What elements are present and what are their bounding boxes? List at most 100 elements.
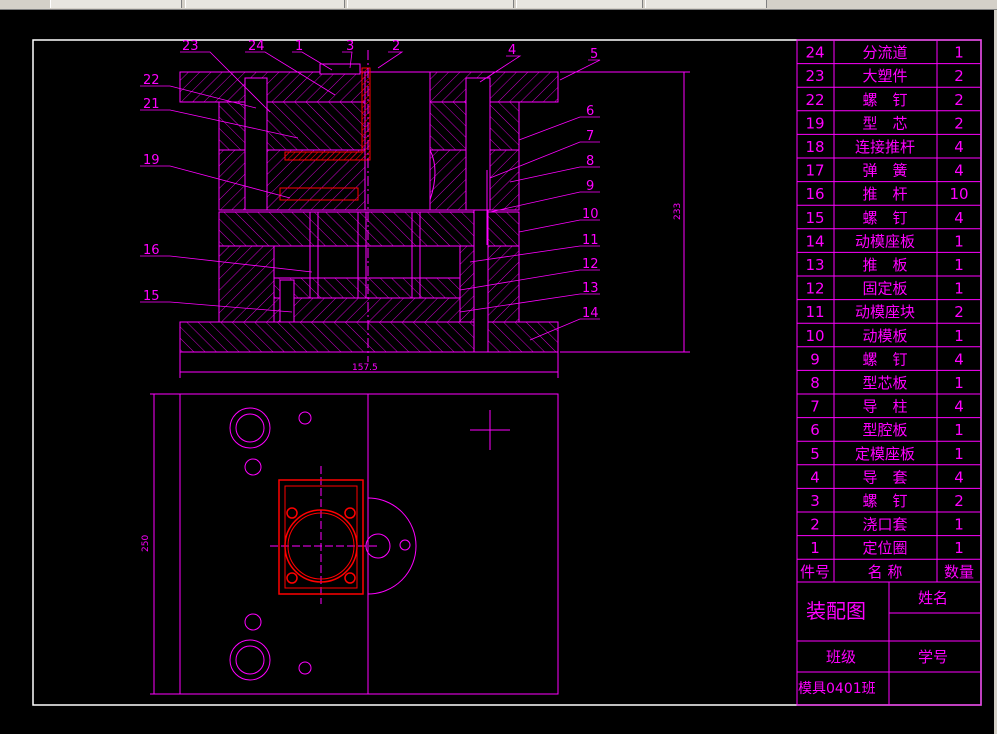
bom-cell-qty: 4 <box>954 209 964 227</box>
callout-label: 13 <box>582 281 599 296</box>
bom-cell-name: 螺 钉 <box>862 350 907 368</box>
bom-cell-qty: 1 <box>954 256 964 274</box>
callout-label: 23 <box>182 39 199 54</box>
bom-cell-name: 螺 钉 <box>862 209 907 227</box>
bom-cell-number: 11 <box>805 303 824 321</box>
bom-cell-number: 22 <box>805 91 824 109</box>
callout-label: 8 <box>586 154 594 169</box>
bom-cell-number: 18 <box>805 138 824 156</box>
bom-cell-number: 19 <box>805 114 824 132</box>
bom-cell-name: 导 柱 <box>862 398 907 416</box>
class-label: 班级 <box>826 648 856 666</box>
bom-cell-number: 16 <box>805 185 824 203</box>
bom-cell-name: 分流道 <box>862 44 907 62</box>
bom-cell-name: 定模座板 <box>855 445 915 463</box>
bom-cell-number: 23 <box>805 67 824 85</box>
bom-cell-qty: 10 <box>949 185 968 203</box>
bom-cell-name: 弹 簧 <box>862 162 907 180</box>
callout-label: 9 <box>586 179 594 194</box>
cavity-opening <box>364 71 431 211</box>
bom-cell-name: 名 称 <box>868 563 903 581</box>
retainer-plate <box>273 277 461 299</box>
bom-cell-name: 连接推杆 <box>855 138 915 156</box>
bom-cell-name: 大塑件 <box>862 67 907 85</box>
document-tab[interactable] <box>645 0 767 8</box>
bom-cell-number: 8 <box>810 374 820 392</box>
bom-cell-number: 件号 <box>800 563 830 581</box>
bom-cell-name: 推 杆 <box>862 185 907 203</box>
document-tab[interactable] <box>347 0 514 8</box>
bom-cell-number: 3 <box>810 492 820 510</box>
callout-label: 4 <box>508 43 516 58</box>
callout-label: 7 <box>586 129 594 144</box>
bom-cell-qty: 1 <box>954 44 964 62</box>
id-label: 学号 <box>918 648 948 666</box>
bom-cell-qty: 1 <box>954 327 964 345</box>
bom-cell-qty: 1 <box>954 280 964 298</box>
callout-label: 2 <box>392 39 400 54</box>
screw-left <box>279 279 295 323</box>
bom-cell-number: 10 <box>805 327 824 345</box>
bom-cell-number: 4 <box>810 468 820 486</box>
bom-cell-number: 5 <box>810 445 820 463</box>
callout-label: 14 <box>582 306 599 321</box>
cad-drawing-canvas[interactable]: 23 24 1 3 2 4 5 22 21 19 16 15 6 7 8 9 1… <box>0 10 994 734</box>
callout-label: 16 <box>143 243 160 258</box>
bom-cell-number: 1 <box>810 539 820 557</box>
spacer-block-left <box>218 245 275 323</box>
dimension-width: 157.5 <box>352 363 378 373</box>
bom-cell-name: 浇口套 <box>862 516 907 534</box>
bom-cell-number: 12 <box>805 280 824 298</box>
bom-cell-qty: 4 <box>954 468 964 486</box>
bom-cell-name: 定位圈 <box>862 539 907 557</box>
bom-cell-number: 6 <box>810 421 820 439</box>
bom-cell-qty: 2 <box>954 492 964 510</box>
bom-cell-number: 14 <box>805 232 824 250</box>
bom-cell-name: 螺 钉 <box>862 492 907 510</box>
screw-right <box>473 209 489 353</box>
document-tab[interactable] <box>516 0 643 8</box>
title-block-text: 装配图 姓名 班级 学号 模具0401班 <box>798 589 948 697</box>
plan-outline <box>179 393 559 695</box>
status-strip <box>0 734 997 740</box>
callout-label: 21 <box>143 97 160 112</box>
bom-cell-name: 型 芯 <box>862 114 907 132</box>
bom-cell-number: 7 <box>810 398 820 416</box>
callout-label: 1 <box>295 39 303 54</box>
bom-cell-qty: 2 <box>954 114 964 132</box>
bom-cell-name: 螺 钉 <box>862 91 907 109</box>
bom-cell-qty: 4 <box>954 162 964 180</box>
bottom-clamp-plate <box>179 321 559 353</box>
bom-cell-number: 24 <box>805 44 824 62</box>
drawing-svg: 23 24 1 3 2 4 5 22 21 19 16 15 6 7 8 9 1… <box>32 39 982 706</box>
bom-cell-qty: 2 <box>954 91 964 109</box>
document-tab[interactable] <box>185 0 345 8</box>
bom-cell-qty: 1 <box>954 421 964 439</box>
callout-label: 6 <box>586 104 594 119</box>
callout-label: 3 <box>346 39 354 54</box>
section-view <box>179 50 690 378</box>
bom-cell-qty: 4 <box>954 138 964 156</box>
window-tab-strip <box>0 0 997 10</box>
bom-cell-name: 型腔板 <box>862 421 907 439</box>
callout-label: 22 <box>143 73 160 88</box>
bom-cell-qty: 4 <box>954 350 964 368</box>
bom-cell-qty: 数量 <box>944 563 974 581</box>
callout-label: 12 <box>582 257 599 272</box>
bom-cell-name: 型芯板 <box>862 374 907 392</box>
drawing-name: 装配图 <box>806 599 866 623</box>
name-label: 姓名 <box>918 589 948 607</box>
guide-pillar-right <box>465 77 491 211</box>
bom-cell-qty: 1 <box>954 374 964 392</box>
dimension-length: 250 <box>141 535 151 552</box>
document-tab[interactable] <box>50 0 182 8</box>
bom-cell-name: 动模座块 <box>855 303 915 321</box>
bom-cell-qty: 4 <box>954 398 964 416</box>
locating-ring <box>319 63 361 75</box>
bom-cell-name: 推 板 <box>862 256 907 274</box>
callout-label: 11 <box>582 233 599 248</box>
callout-label: 19 <box>143 153 160 168</box>
bom-cell-name: 动模板 <box>862 327 907 345</box>
bom-cell-name: 导 套 <box>862 468 907 486</box>
callout-label: 15 <box>143 289 160 304</box>
